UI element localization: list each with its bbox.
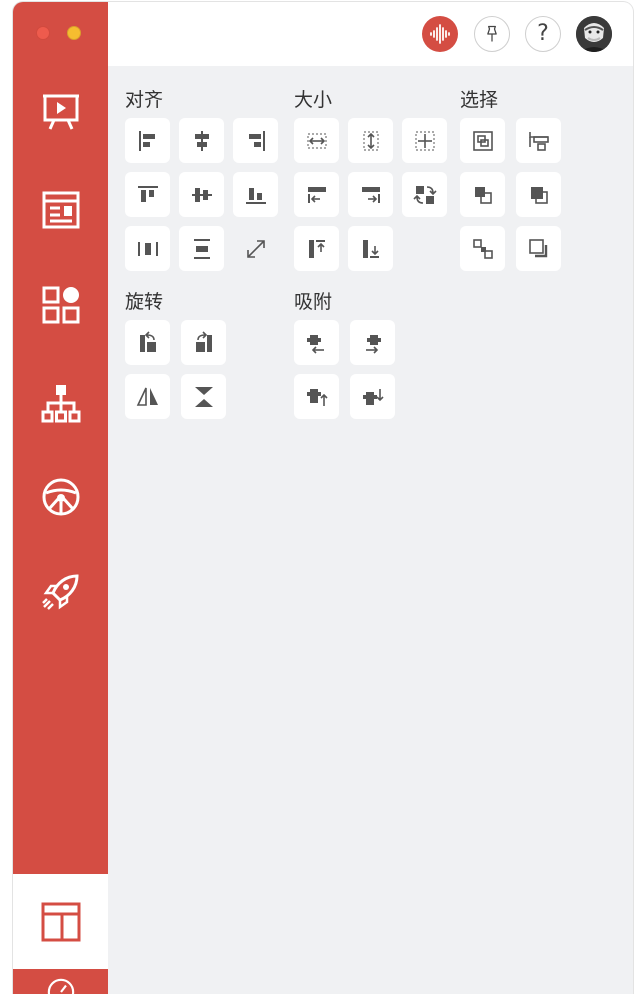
distribute-horizontal-button[interactable]: [125, 226, 170, 271]
bring-forward-icon: [474, 186, 492, 204]
presentation-board-icon: [42, 94, 79, 130]
stretch-right-icon: [361, 186, 380, 203]
snap-left-icon: [306, 334, 324, 354]
rotate-right-button[interactable]: [181, 320, 226, 365]
window-minimize-button[interactable]: [67, 26, 81, 40]
align-center-vertical-icon: [191, 187, 212, 202]
align-right-button[interactable]: [233, 118, 278, 163]
sidebar-item-launch[interactable]: [13, 557, 108, 627]
diagonal-arrows-icon: [246, 239, 265, 258]
compass-icon: [47, 978, 74, 994]
section-title-select: 选择: [460, 89, 499, 111]
flip-horizontal-icon: [136, 387, 158, 406]
send-to-back-button[interactable]: [516, 226, 561, 271]
flip-vertical-icon: [194, 386, 213, 407]
align-center-horizontal-button[interactable]: [179, 118, 224, 163]
flip-vertical-button[interactable]: [181, 374, 226, 419]
components-grid-icon: [42, 286, 79, 324]
align-top-button[interactable]: [125, 172, 170, 217]
send-to-back-icon: [528, 238, 547, 257]
align-center-vertical-button[interactable]: [179, 172, 224, 217]
select-layer-icon: [528, 131, 549, 151]
swap-size-button[interactable]: [402, 172, 447, 217]
rotate-left-icon: [139, 330, 156, 352]
stretch-bottom-icon: [362, 239, 379, 258]
distribute-vertical-icon: [193, 238, 210, 259]
distribute-horizontal-icon: [137, 241, 158, 256]
flip-horizontal-button[interactable]: [125, 374, 170, 419]
layout-tools-panel: 对齐 大小 选择 旋转 吸附: [108, 66, 633, 994]
align-right-icon: [248, 130, 265, 151]
match-height-button[interactable]: [348, 118, 393, 163]
match-size-button[interactable]: [402, 118, 447, 163]
avatar[interactable]: [576, 16, 612, 52]
swap-icon: [412, 185, 437, 204]
sidebar-item-presentation[interactable]: [13, 77, 108, 147]
voice-button[interactable]: [422, 16, 458, 52]
user-avatar-image: [576, 16, 612, 52]
stretch-right-button[interactable]: [348, 172, 393, 217]
snap-bottom-icon: [362, 388, 384, 405]
rotate-right-icon: [195, 330, 212, 352]
voice-icon: [430, 24, 450, 44]
select-layer-button[interactable]: [516, 118, 561, 163]
snap-right-button[interactable]: [350, 320, 395, 365]
snap-left-button[interactable]: [294, 320, 339, 365]
select-group-icon: [472, 130, 493, 151]
sidebar-item-layout[interactable]: [13, 874, 108, 969]
sidebar-item-steering[interactable]: [13, 462, 108, 532]
org-chart-icon: [41, 385, 80, 423]
rotate-left-button[interactable]: [125, 320, 170, 365]
sidebar-item-hierarchy[interactable]: [13, 368, 108, 438]
stretch-top-button[interactable]: [294, 226, 339, 271]
sidebar-item-components[interactable]: [13, 270, 108, 340]
send-backward-icon: [530, 186, 548, 204]
sidebar-item-news[interactable]: [13, 175, 108, 245]
align-bottom-icon: [245, 187, 266, 204]
distribute-vertical-button[interactable]: [179, 226, 224, 271]
stretch-top-icon: [308, 239, 325, 258]
align-left-icon: [138, 130, 155, 151]
snap-right-icon: [365, 334, 381, 354]
help-button[interactable]: ?: [525, 16, 561, 52]
align-left-button[interactable]: [125, 118, 170, 163]
scattered-shapes-icon: [472, 238, 493, 259]
steering-wheel-icon: [42, 478, 79, 516]
window-close-button[interactable]: [36, 26, 50, 40]
bring-forward-button[interactable]: [460, 172, 505, 217]
stretch-bottom-button[interactable]: [348, 226, 393, 271]
send-backward-button[interactable]: [516, 172, 561, 217]
match-size-icon: [414, 130, 435, 151]
help-icon: ?: [537, 21, 549, 46]
section-title-align: 对齐: [125, 89, 164, 111]
section-title-rotate: 旋转: [125, 291, 164, 313]
align-center-horizontal-icon: [194, 130, 209, 151]
layout-icon: [41, 902, 80, 941]
match-width-button[interactable]: [294, 118, 339, 163]
sidebar-item-more[interactable]: [13, 969, 108, 994]
align-top-icon: [137, 185, 158, 202]
resize-diagonal-button[interactable]: [233, 226, 278, 271]
snap-top-icon: [306, 388, 328, 406]
section-title-size: 大小: [294, 89, 333, 111]
sidebar: [13, 2, 108, 994]
match-width-icon: [306, 132, 327, 149]
pin-button[interactable]: [474, 16, 510, 52]
stretch-left-icon: [307, 186, 326, 203]
match-height-icon: [362, 130, 379, 151]
align-bottom-button[interactable]: [233, 172, 278, 217]
section-title-snap: 吸附: [294, 291, 333, 313]
snap-top-button[interactable]: [294, 374, 339, 419]
rocket-icon: [41, 574, 79, 610]
select-scattered-button[interactable]: [460, 226, 505, 271]
header-bar: ?: [108, 2, 633, 66]
snap-bottom-button[interactable]: [350, 374, 395, 419]
newspaper-icon: [42, 191, 79, 229]
pin-icon: [487, 25, 497, 42]
app-window: ? 对齐 大小 选择 旋转 吸附: [13, 2, 633, 994]
select-group-button[interactable]: [460, 118, 505, 163]
stretch-left-button[interactable]: [294, 172, 339, 217]
